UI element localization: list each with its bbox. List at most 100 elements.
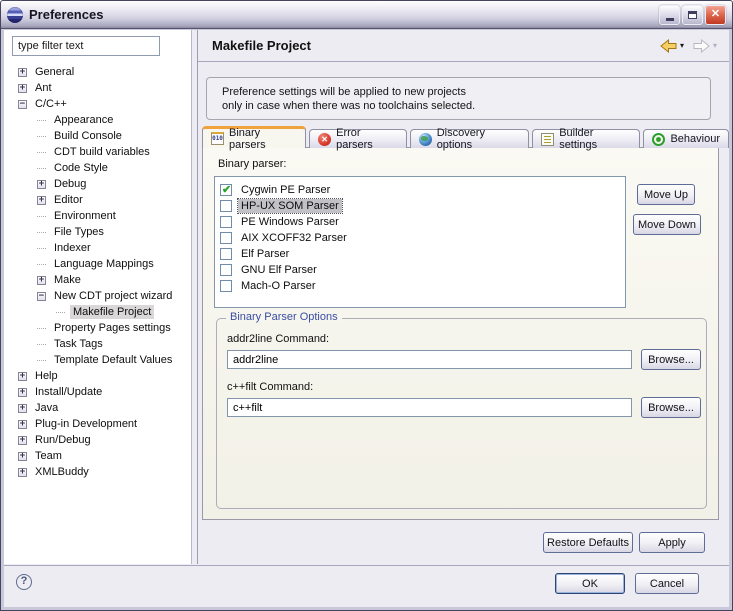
tree-item-c-c[interactable]: −C/C++ [4,96,191,112]
expand-icon[interactable]: + [18,420,27,429]
tab-label: Binary parsers [229,127,297,151]
tree-item-property-pages-settings[interactable]: Property Pages settings [4,320,191,336]
tree-connector [37,360,46,361]
browse-button[interactable]: Browse... [641,397,701,418]
expand-icon[interactable]: + [18,468,27,477]
tree-item-cdt-build-variables[interactable]: CDT build variables [4,144,191,160]
tree-connector [37,248,46,249]
expand-icon[interactable]: + [18,84,27,93]
tree-item-team[interactable]: +Team [4,448,191,464]
parser-row-elf-parser[interactable]: Elf Parser [215,246,625,262]
tree-item-indexer[interactable]: Indexer [4,240,191,256]
parser-row-mach-o-parser[interactable]: Mach-O Parser [215,278,625,294]
tree-item-make[interactable]: +Make [4,272,191,288]
expand-icon[interactable]: + [18,388,27,397]
tree-item-build-console[interactable]: Build Console [4,128,191,144]
tree-item-editor[interactable]: +Editor [4,192,191,208]
tree-item-plug-in-development[interactable]: +Plug-in Development [4,416,191,432]
tab-binary-parsers[interactable]: Binary parsers [202,126,306,148]
checkbox-icon[interactable] [220,280,232,292]
tree-item-general[interactable]: +General [4,64,191,80]
parser-row-cygwin-pe-parser[interactable]: Cygwin PE Parser [215,182,625,198]
tree-item-run-debug[interactable]: + Run/Debug [4,432,191,448]
tree-connector [37,120,46,121]
c-filt-command-input[interactable] [227,398,632,417]
parser-label: Mach-O Parser [238,279,319,293]
tree-item-language-mappings[interactable]: Language Mappings [4,256,191,272]
tab-behaviour[interactable]: Behaviour [643,129,729,148]
minimize-button[interactable] [659,5,680,25]
tree-item-xmlbuddy[interactable]: +XMLBuddy [4,464,191,480]
ok-button[interactable]: OK [555,573,625,594]
move-up-button[interactable]: Move Up [637,184,695,205]
expand-icon[interactable]: + [18,452,27,461]
checkbox-icon[interactable] [220,216,232,228]
tree-item-java[interactable]: +Java [4,400,191,416]
forward-dropdown-icon[interactable]: ▾ [713,41,717,50]
error-icon [318,133,331,146]
tree-connector [37,216,46,217]
parser-row-aix-xcoff32-parser[interactable]: AIX XCOFF32 Parser [215,230,625,246]
restore-defaults-button[interactable]: Restore Defaults [543,532,633,553]
addr2line-command-input[interactable] [227,350,632,369]
close-button[interactable]: ✕ [705,5,726,25]
tree-item-makefile-project[interactable]: Makefile Project [4,304,191,320]
tree-item-appearance[interactable]: Appearance [4,112,191,128]
expand-icon[interactable]: + [18,372,27,381]
expand-icon[interactable]: + [18,436,27,445]
binary-parser-list[interactable]: Cygwin PE ParserHP-UX SOM ParserPE Windo… [214,176,626,308]
window-title: Preferences [29,7,103,22]
expand-icon[interactable]: + [18,68,27,77]
tree-item-label: Property Pages settings [51,321,174,335]
tree-item-label: Code Style [51,161,111,175]
checkbox-checked-icon[interactable] [220,184,232,196]
browse-button[interactable]: Browse... [641,349,701,370]
parser-row-gnu-elf-parser[interactable]: GNU Elf Parser [215,262,625,278]
checkbox-icon[interactable] [220,232,232,244]
forward-arrow-icon[interactable] [693,39,710,53]
apply-button[interactable]: Apply [639,532,705,553]
parser-label: GNU Elf Parser [238,263,320,277]
tree-connector [37,264,46,265]
back-dropdown-icon[interactable]: ▾ [680,41,684,50]
tab-discovery-options[interactable]: Discovery options [410,129,530,148]
tree-item-new-cdt-project-wizard[interactable]: −New CDT project wizard [4,288,191,304]
dialog-client-area: +General+Ant−C/C++AppearanceBuild Consol… [4,30,729,607]
collapse-icon[interactable]: − [18,100,27,109]
tree-item-ant[interactable]: +Ant [4,80,191,96]
expand-icon[interactable]: + [37,180,46,189]
tree-item-label: Install/Update [32,385,105,399]
tab-error-parsers[interactable]: Error parsers [309,129,407,148]
tree-item-task-tags[interactable]: Task Tags [4,336,191,352]
parser-row-pe-windows-parser[interactable]: PE Windows Parser [215,214,625,230]
cancel-button[interactable]: Cancel [635,573,699,594]
titlebar[interactable]: Preferences ✕ [1,1,732,29]
tree-item-file-types[interactable]: File Types [4,224,191,240]
tree-item-environment[interactable]: Environment [4,208,191,224]
back-arrow-icon[interactable] [660,39,677,53]
collapse-icon[interactable]: − [37,292,46,301]
expand-icon[interactable]: + [37,196,46,205]
tree-item-label: Indexer [51,241,94,255]
parser-row-hp-ux-som-parser[interactable]: HP-UX SOM Parser [215,198,625,214]
help-icon[interactable]: ? [16,574,32,590]
checkbox-icon[interactable] [220,200,232,212]
tree-item-label: Run/Debug [32,433,94,447]
filter-input[interactable] [12,36,160,56]
page-title: Makefile Project [212,38,311,53]
checkbox-icon[interactable] [220,248,232,260]
checkbox-icon[interactable] [220,264,232,276]
tree-item-help[interactable]: +Help [4,368,191,384]
parser-label: Cygwin PE Parser [238,183,333,197]
expand-icon[interactable]: + [18,404,27,413]
tree-item-debug[interactable]: + Debug [4,176,191,192]
tree-item-code-style[interactable]: Code Style [4,160,191,176]
tree-item-install-update[interactable]: + Install/Update [4,384,191,400]
expand-icon[interactable]: + [37,276,46,285]
maximize-button[interactable] [682,5,703,25]
tree-item-label: Debug [51,177,89,191]
tree-item-template-default-values[interactable]: Template Default Values [4,352,191,368]
tab-builder-settings[interactable]: Builder settings [532,129,640,148]
move-down-button[interactable]: Move Down [633,214,701,235]
minimize-icon [666,18,674,21]
